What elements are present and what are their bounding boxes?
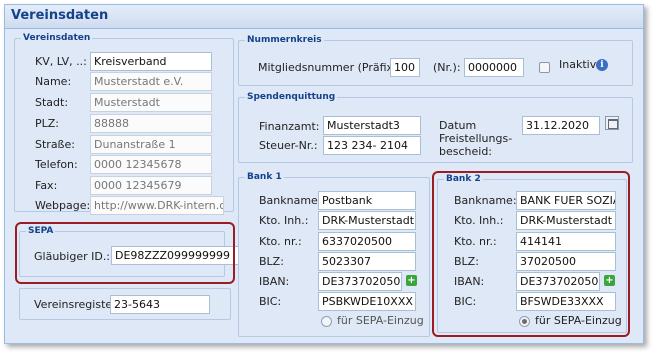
bank1-sepa-radio[interactable]	[321, 316, 332, 327]
bank1-sepa-radio-label: für SEPA-Einzug	[337, 314, 424, 327]
plz-label: PLZ:	[35, 117, 60, 130]
bank1-kto-inh-input[interactable]: DRK-Musterstadt	[318, 211, 416, 230]
inaktiv-checkbox[interactable]	[539, 62, 550, 73]
webpage-input[interactable]: http://www.DRK-intern.c	[90, 196, 224, 215]
panel-title: Vereinsdaten	[11, 8, 109, 23]
steuer-label: Steuer-Nr.:	[259, 139, 318, 152]
bank2-highlight	[432, 171, 630, 337]
bank1-plus-icon[interactable]: +	[406, 275, 417, 286]
kv-label: KV, LV, ..:	[35, 55, 87, 68]
sepa-highlight	[15, 222, 235, 284]
name-label: Name:	[35, 75, 72, 88]
fax-label: Fax:	[35, 179, 58, 192]
bank1-kto-nr-label: Kto. nr.:	[259, 235, 302, 248]
vereinsdaten-legend: Vereinsdaten	[21, 32, 93, 44]
strasse-label: Straße:	[35, 138, 75, 151]
stadt-label: Stadt:	[35, 96, 69, 109]
telefon-label: Telefon:	[35, 158, 78, 171]
bank1-bic-input[interactable]: PSBKWDE10XXX	[318, 292, 416, 311]
bank1-blz-label: BLZ:	[259, 255, 284, 268]
nr-input[interactable]: 0000000	[464, 58, 524, 77]
bank1-kto-nr-input[interactable]: 6337020500	[318, 232, 416, 251]
bank1-iban-label: IBAN:	[259, 275, 290, 288]
kv-input[interactable]: Kreisverband	[90, 52, 212, 71]
datum-label-line3: bescheid:	[439, 145, 493, 158]
telefon-input[interactable]: 0000 12345678	[90, 155, 212, 174]
bank1-bic-label: BIC:	[259, 295, 282, 308]
panel-header: Vereinsdaten	[5, 5, 643, 29]
spendenquittung-legend: Spendenquittung	[245, 91, 338, 103]
calendar-icon[interactable]	[605, 116, 619, 130]
strasse-input[interactable]: Dunanstraße 1	[90, 135, 212, 154]
webpage-label: Webpage:	[35, 199, 91, 212]
datum-label: Datum	[439, 119, 477, 132]
nummernkreis-legend: Nummernkreis	[245, 34, 324, 46]
finanzamt-input[interactable]: Musterstadt3	[323, 116, 421, 135]
bank1-bankname-label: Bankname:	[259, 194, 322, 207]
finanzamt-label: Finanzamt:	[259, 120, 320, 133]
mitgliedsnummer-label: Mitgliedsnummer (Präfix):	[258, 61, 402, 74]
nr-label: (Nr.):	[433, 61, 461, 74]
stadt-input[interactable]: Musterstadt	[90, 93, 212, 112]
datum-label-line2: Freistellungs-	[439, 132, 513, 145]
bank1-kto-inh-label: Kto. Inh.:	[259, 214, 309, 227]
vereinsregister-input[interactable]: 23-5643	[110, 295, 210, 314]
bank1-bankname-input[interactable]: Postbank	[318, 191, 416, 210]
plz-input[interactable]: 88888	[90, 114, 212, 133]
info-icon[interactable]: i	[596, 59, 608, 71]
praefix-input[interactable]: 100	[390, 58, 420, 77]
bank1-iban-input[interactable]: DE37370205000	[318, 272, 402, 291]
bank1-legend: Bank 1	[245, 171, 284, 183]
steuer-input[interactable]: 123 234- 2104	[323, 136, 421, 155]
fax-input[interactable]: 0000 12345679	[90, 176, 212, 195]
inaktiv-label: Inaktiv	[559, 58, 597, 71]
bank1-blz-input[interactable]: 5023307	[318, 252, 416, 271]
name-input[interactable]: Musterstadt e.V.	[90, 72, 212, 91]
vereinsregister-label: Vereinsregister:	[34, 298, 121, 311]
datum-input[interactable]: 31.12.2020	[522, 116, 600, 135]
